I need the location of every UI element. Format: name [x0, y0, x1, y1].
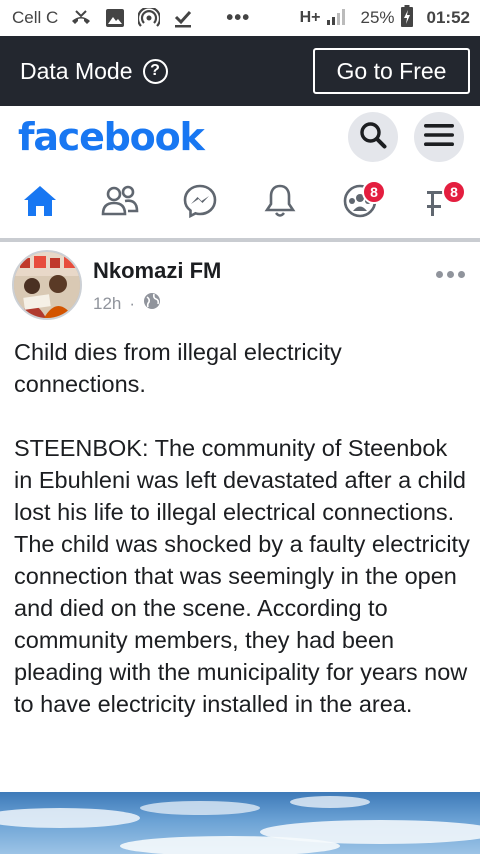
globe-icon — [143, 292, 161, 315]
status-bar: Cell C ••• H+ 25% 01:52 — [0, 0, 480, 36]
post-text: Child dies from illegal electricity conn… — [14, 336, 470, 752]
search-icon — [359, 121, 387, 154]
nav-divider — [0, 238, 480, 242]
battery-charging-icon — [400, 4, 413, 32]
more-dot-icon — [457, 270, 465, 278]
tab-groups[interactable]: 8 — [320, 168, 400, 238]
clock: 01:52 — [426, 8, 470, 27]
hamburger-icon — [424, 123, 454, 152]
more-notifications-icon: ••• — [226, 6, 251, 29]
messenger-icon — [182, 183, 218, 224]
nav-tabs: 8 8 — [0, 168, 480, 238]
search-button[interactable] — [348, 112, 398, 162]
tab-friends[interactable] — [80, 168, 160, 238]
pages-badge: 8 — [442, 180, 466, 204]
groups-badge: 8 — [362, 180, 386, 204]
missed-call-icon — [70, 8, 92, 28]
post-meta: Nkomazi FM 12h · — [93, 250, 221, 324]
more-dot-icon — [446, 270, 454, 278]
battery-label: 25% — [360, 8, 395, 27]
gallery-icon — [104, 8, 126, 28]
info-icon[interactable]: ? — [142, 58, 168, 84]
post-time[interactable]: 12h — [93, 294, 121, 314]
signal-icon — [326, 7, 348, 30]
data-mode-label: Data Mode — [20, 57, 133, 84]
download-done-icon — [172, 8, 194, 28]
data-mode-bar: Data Mode ? Go to Free — [0, 36, 480, 106]
page-name[interactable]: Nkomazi FM — [93, 258, 221, 284]
bell-icon — [264, 183, 296, 224]
post-image[interactable] — [0, 792, 480, 854]
menu-button[interactable] — [414, 112, 464, 162]
tab-pages[interactable]: 8 — [400, 168, 480, 238]
tab-messenger[interactable] — [160, 168, 240, 238]
post-headline: Child dies from illegal electricity conn… — [14, 339, 342, 397]
home-icon — [22, 184, 58, 223]
post-header: Nkomazi FM 12h · — [12, 250, 468, 324]
network-type-label: H+ — [299, 9, 321, 26]
facebook-logo[interactable]: facebook — [18, 115, 205, 159]
app-header: facebook — [0, 106, 480, 168]
tab-notifications[interactable] — [240, 168, 320, 238]
friends-icon — [101, 185, 139, 222]
post-options-button[interactable] — [432, 262, 468, 286]
page-avatar[interactable] — [12, 250, 82, 320]
more-dot-icon — [435, 270, 443, 278]
go-to-free-button[interactable]: Go to Free — [313, 48, 470, 94]
post-subline: 12h · — [93, 292, 221, 315]
post-body: STEENBOK: The community of Steenbok in E… — [14, 435, 470, 717]
tab-home[interactable] — [0, 168, 80, 238]
separator-dot: · — [129, 293, 136, 313]
hotspot-icon — [138, 8, 161, 28]
carrier-label: Cell C — [12, 8, 59, 27]
